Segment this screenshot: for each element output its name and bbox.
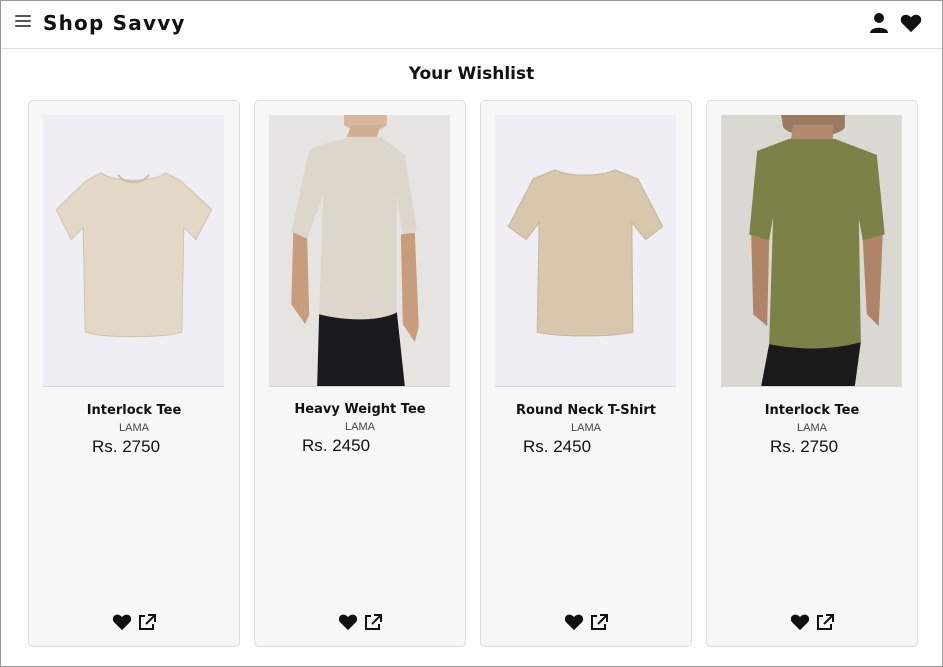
product-brand: LAMA bbox=[119, 422, 149, 434]
heart-icon[interactable] bbox=[790, 613, 810, 631]
card-actions bbox=[707, 613, 917, 631]
product-image[interactable] bbox=[269, 115, 450, 387]
product-image[interactable] bbox=[721, 115, 902, 387]
heart-icon[interactable] bbox=[564, 613, 584, 631]
wishlist-card[interactable]: Interlock Tee LAMA Rs. 2750 bbox=[706, 100, 918, 647]
product-brand: LAMA bbox=[345, 421, 375, 433]
product-name[interactable]: Heavy Weight Tee bbox=[255, 402, 465, 417]
external-link-icon[interactable] bbox=[815, 613, 835, 631]
product-image[interactable] bbox=[495, 115, 676, 387]
product-name[interactable]: Interlock Tee bbox=[707, 403, 917, 418]
user-icon[interactable] bbox=[869, 12, 889, 34]
page-title: Your Wishlist bbox=[408, 64, 535, 84]
heart-icon[interactable] bbox=[338, 613, 358, 631]
brand-logo[interactable]: Shop Savvy bbox=[43, 11, 186, 35]
product-image[interactable] bbox=[43, 115, 224, 387]
wishlist-card[interactable]: Round Neck T-Shirt LAMA Rs. 2450 bbox=[480, 100, 692, 647]
external-link-icon[interactable] bbox=[589, 613, 609, 631]
external-link-icon[interactable] bbox=[137, 613, 157, 631]
product-brand: LAMA bbox=[797, 422, 827, 434]
product-price: Rs. 2750 bbox=[770, 437, 839, 456]
card-actions bbox=[29, 613, 239, 631]
hamburger-menu-icon[interactable] bbox=[15, 15, 31, 31]
product-price: Rs. 2450 bbox=[523, 437, 592, 456]
card-actions bbox=[255, 613, 465, 631]
wishlist-heart-icon[interactable] bbox=[900, 12, 922, 34]
heart-icon[interactable] bbox=[112, 613, 132, 631]
product-price: Rs. 2750 bbox=[92, 437, 161, 456]
product-name[interactable]: Interlock Tee bbox=[29, 403, 239, 418]
top-navbar: Shop Savvy bbox=[1, 1, 942, 49]
card-actions bbox=[481, 613, 691, 631]
product-brand: LAMA bbox=[571, 422, 601, 434]
wishlist-card[interactable]: Heavy Weight Tee LAMA Rs. 2450 bbox=[254, 100, 466, 647]
wishlist-card[interactable]: Interlock Tee LAMA Rs. 2750 bbox=[28, 100, 240, 647]
product-name[interactable]: Round Neck T-Shirt bbox=[481, 403, 691, 418]
external-link-icon[interactable] bbox=[363, 613, 383, 631]
product-price: Rs. 2450 bbox=[302, 436, 371, 455]
